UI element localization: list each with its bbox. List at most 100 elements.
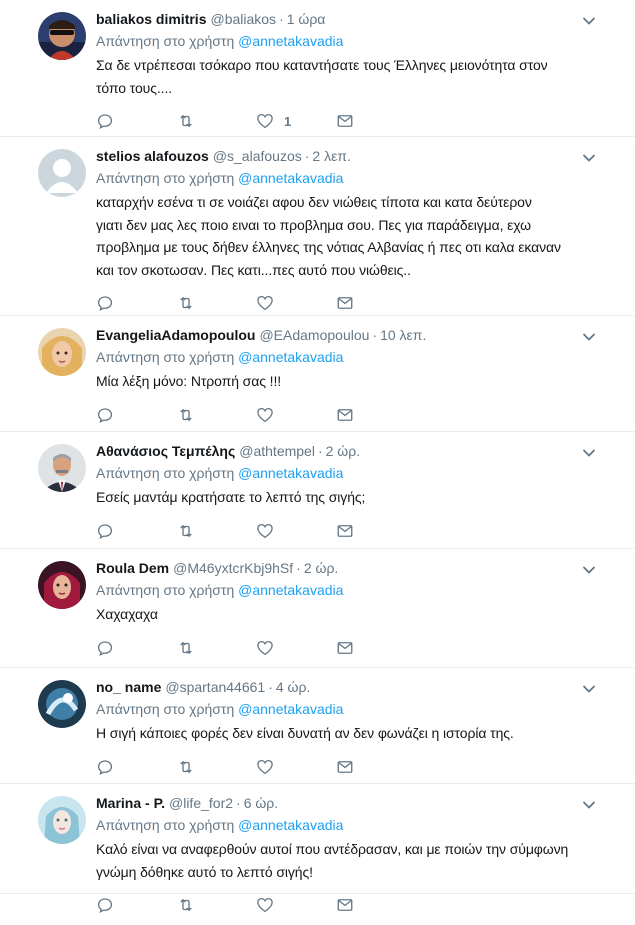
tweet-text-line: και τον σκοτωσαν. Πες κατι...πες αυτό πο… (96, 261, 411, 278)
direct-message-icon (336, 294, 354, 312)
tweet-actions: 1 (96, 101, 617, 141)
fullname[interactable]: Marina - P. (96, 795, 165, 811)
avatar[interactable] (38, 444, 86, 492)
like-button[interactable] (256, 895, 336, 915)
mention-link[interactable]: @annetakavadia (238, 33, 343, 49)
retweet-button[interactable] (176, 521, 256, 541)
separator-dot: · (268, 679, 273, 695)
username[interactable]: @life_for2 (169, 795, 233, 811)
separator-dot: · (296, 560, 301, 576)
like-button[interactable] (256, 521, 336, 541)
direct-message-button[interactable] (336, 111, 416, 131)
direct-message-button[interactable] (336, 521, 416, 541)
like-button[interactable] (256, 405, 336, 425)
username[interactable]: @baliakos (210, 11, 276, 27)
retweet-button[interactable] (176, 638, 256, 658)
direct-message-button[interactable] (336, 405, 416, 425)
direct-message-button[interactable] (336, 757, 416, 777)
direct-message-button[interactable] (336, 293, 416, 313)
username[interactable]: @M46yxtcrKbj9hSf (173, 560, 293, 576)
retweet-icon (176, 112, 196, 130)
username[interactable]: @athtempel (239, 443, 315, 459)
fullname[interactable]: Αθανάσιος Τεμπέλης (96, 443, 235, 459)
tweet-text: Καλό είναι να αναφερθούν αυτοί που αντέδ… (96, 838, 617, 883)
fullname[interactable]: EvangeliaAdamopoulou (96, 327, 255, 343)
username[interactable]: @EAdamopoulou (259, 327, 369, 343)
chevron-down-icon[interactable] (581, 562, 597, 578)
mention-link[interactable]: @annetakavadia (238, 817, 343, 833)
replying-to: Απάντηση στο χρήστη @annetakavadia (96, 816, 617, 834)
retweet-button[interactable] (176, 111, 256, 131)
reply-button[interactable] (96, 638, 176, 658)
like-button[interactable] (256, 757, 336, 777)
reply-tweet[interactable]: Marina - P. @life_for2 · 6 ώρ. Απάντηση στο… (0, 784, 635, 914)
fullname[interactable]: baliakos dimitris (96, 11, 206, 27)
avatar[interactable] (38, 328, 86, 376)
retweet-button[interactable] (176, 757, 256, 777)
reply-icon (96, 406, 114, 424)
direct-message-icon (336, 522, 354, 540)
timestamp[interactable]: 4 ώρ. (276, 679, 310, 695)
direct-message-button[interactable] (336, 895, 416, 915)
reply-button[interactable] (96, 405, 176, 425)
reply-tweet[interactable]: no_ name @spartan44661 · 4 ώρ. Απάντηση στο… (0, 668, 635, 784)
mention-link[interactable]: @annetakavadia (238, 701, 343, 717)
avatar[interactable] (38, 149, 86, 197)
mention-link[interactable]: @annetakavadia (238, 465, 343, 481)
username[interactable]: @spartan44661 (165, 679, 265, 695)
mention-link[interactable]: @annetakavadia (238, 582, 343, 598)
fullname[interactable]: Roula Dem (96, 560, 169, 576)
avatar[interactable] (38, 680, 86, 728)
fullname[interactable]: stelios alafouzos (96, 148, 209, 164)
timestamp[interactable]: 1 ώρα (287, 11, 326, 27)
timestamp[interactable]: 2 ώρ. (326, 443, 360, 459)
reply-tweet[interactable]: baliakos dimitris @baliakos · 1 ώρα Απάντησ… (0, 0, 635, 137)
like-button[interactable] (256, 638, 336, 658)
timestamp[interactable]: 2 λεπ. (312, 148, 350, 164)
avatar[interactable] (38, 12, 86, 60)
timestamp[interactable]: 2 ώρ. (304, 560, 338, 576)
reply-button[interactable] (96, 757, 176, 777)
like-icon (256, 294, 274, 312)
tweet-text: Χαχαχαχα (96, 603, 617, 626)
reply-tweet[interactable]: EvangeliaAdamopoulou @EAdamopoulou · 10 λεπ… (0, 316, 635, 432)
avatar[interactable] (38, 561, 86, 609)
mention-link[interactable]: @annetakavadia (238, 170, 343, 186)
retweet-button[interactable] (176, 293, 256, 313)
tweet-header: Roula Dem @M46yxtcrKbj9hSf · 2 ώρ. (96, 559, 617, 577)
reply-button[interactable] (96, 293, 176, 313)
reply-button[interactable] (96, 111, 176, 131)
like-count: 1 (284, 113, 292, 129)
reply-button[interactable] (96, 895, 176, 915)
separator-dot: · (304, 148, 310, 164)
reply-icon (96, 896, 114, 914)
chevron-down-icon[interactable] (581, 681, 597, 697)
separator-dot: · (279, 11, 284, 27)
chevron-down-icon[interactable] (581, 797, 597, 813)
timestamp[interactable]: 6 ώρ. (244, 795, 278, 811)
mention-link[interactable]: @annetakavadia (238, 349, 343, 365)
fullname[interactable]: no_ name (96, 679, 161, 695)
reply-label: Απάντηση στο χρήστη (96, 701, 235, 717)
reply-tweet[interactable]: Αθανάσιος Τεμπέλης @athtempel · 2 ώρ. Απάντ… (0, 432, 635, 549)
timestamp[interactable]: 10 λεπ. (380, 327, 426, 343)
retweet-button[interactable] (176, 405, 256, 425)
like-button[interactable] (256, 293, 336, 313)
direct-message-button[interactable] (336, 638, 416, 658)
reply-tweet[interactable]: stelios alafouzos @s_alafouzos · 2 λεπ. Απά… (0, 137, 635, 316)
like-icon (256, 522, 274, 540)
reply-label: Απάντηση στο χρήστη (96, 465, 235, 481)
retweet-button[interactable] (176, 895, 256, 915)
chevron-down-icon[interactable] (581, 329, 597, 345)
chevron-down-icon[interactable] (581, 150, 597, 166)
reply-tweet[interactable]: Roula Dem @M46yxtcrKbj9hSf · 2 ώρ. Απάντηση… (0, 549, 635, 668)
reply-icon (96, 522, 114, 540)
avatar[interactable] (38, 796, 86, 844)
replying-to: Απάντηση στο χρήστη @annetakavadia (96, 464, 617, 482)
chevron-down-icon[interactable] (581, 13, 597, 29)
reply-button[interactable] (96, 521, 176, 541)
chevron-down-icon[interactable] (581, 445, 597, 461)
username[interactable]: @s_alafouzos (213, 148, 302, 164)
tweet-text: Εσείς μαντάμ κρατήσατε το λεπτό της σιγή… (96, 486, 617, 509)
like-button[interactable]: 1 (256, 111, 336, 131)
